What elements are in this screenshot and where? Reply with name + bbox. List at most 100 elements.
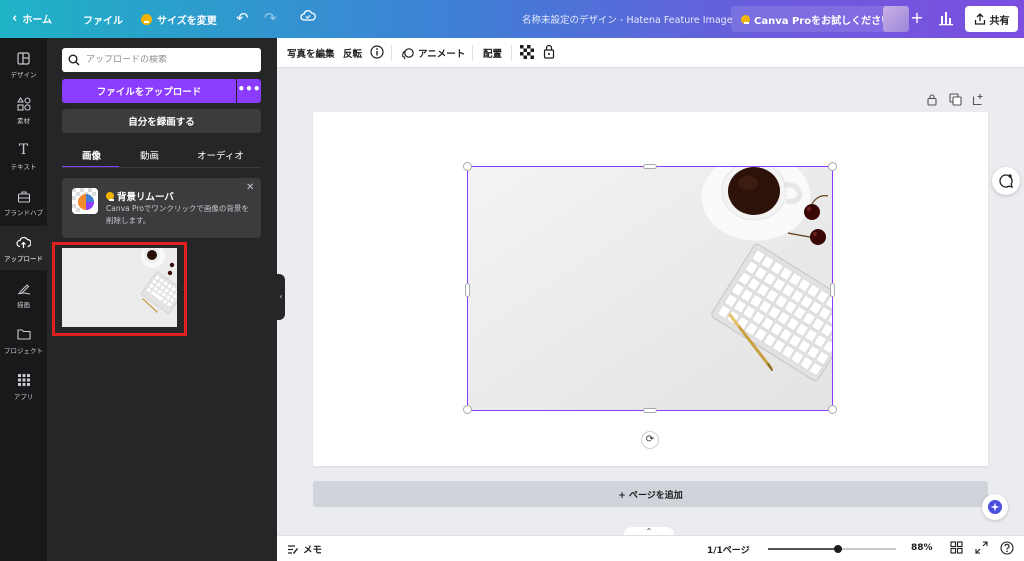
uploads-panel: ファイルをアップロード ••• 自分を録画する 画像 動画 オーディオ 背景リム… [47, 38, 277, 561]
add-comment-icon[interactable] [992, 167, 1020, 195]
promo-title-text: 背景リムーバ [117, 192, 174, 203]
help-icon[interactable] [1000, 541, 1014, 555]
duplicate-page-icon[interactable] [949, 93, 963, 107]
animate-button[interactable]: アニメート [401, 46, 465, 60]
resize-button[interactable]: サイズを変更 [141, 12, 217, 27]
resize-handle-bottom-right[interactable] [828, 405, 837, 414]
file-menu-button[interactable]: ファイル [83, 12, 123, 27]
layout-icon [17, 50, 30, 66]
info-icon[interactable] [370, 45, 384, 59]
resize-handle-bottom-left[interactable] [463, 405, 472, 414]
cloud-save-icon[interactable] [300, 9, 316, 27]
crown-icon [106, 192, 114, 201]
rail-item-brand-hub[interactable]: ブランドハブ [0, 180, 47, 224]
chevron-left-icon: ‹ [12, 10, 18, 26]
upload-more-button[interactable]: ••• [237, 79, 261, 103]
zoom-slider-fill [768, 548, 839, 550]
resize-handle-top-left[interactable] [463, 162, 472, 171]
rotate-icon[interactable]: ⟳ [641, 431, 659, 449]
upload-files-button[interactable]: ファイルをアップロード [62, 79, 236, 103]
lock-icon[interactable] [543, 44, 555, 59]
rail-item-draw[interactable]: 描画 [0, 272, 47, 316]
fullscreen-icon[interactable] [975, 541, 989, 555]
notes-button[interactable]: メモ [287, 542, 322, 556]
search-icon [68, 54, 80, 66]
insights-chart-icon[interactable] [938, 9, 956, 29]
tab-audio[interactable]: オーディオ [197, 148, 244, 162]
resize-handle-top[interactable] [643, 164, 657, 169]
shapes-icon [16, 96, 31, 112]
rail-label-design: デザイン [10, 71, 37, 79]
grid-view-icon[interactable] [950, 541, 964, 555]
rail-item-projects[interactable]: プロジェクト [0, 318, 47, 362]
draw-icon [17, 280, 31, 296]
search-input[interactable] [86, 55, 256, 65]
tab-videos[interactable]: 動画 [140, 148, 159, 162]
rail-label-brand-hub: ブランドハブ [4, 209, 43, 217]
resize-handle-bottom[interactable] [643, 408, 657, 413]
media-tabs: 画像 動画 オーディオ [62, 144, 261, 168]
collapse-panel-handle[interactable]: ‹ [277, 274, 285, 320]
share-label: 共有 [989, 15, 1010, 27]
animate-label: アニメート [418, 49, 466, 60]
rail-item-elements[interactable]: 素材 [0, 88, 47, 132]
add-page-button[interactable]: + ページを追加 [313, 481, 988, 507]
page-lock-icon[interactable] [926, 93, 940, 107]
zoom-slider[interactable] [768, 545, 896, 553]
add-collaborator-icon[interactable]: + [906, 7, 928, 31]
close-icon[interactable]: ✕ [246, 182, 254, 193]
cloud-upload-icon [16, 234, 31, 250]
promo-title: 背景リムーバ [106, 189, 174, 203]
resize-handle-left[interactable] [465, 283, 470, 297]
undo-icon[interactable]: ↶ [236, 9, 249, 27]
rail-label-uploads: アップロード [4, 255, 43, 263]
brand-icon [17, 188, 31, 204]
apps-icon [17, 372, 30, 388]
selected-photo[interactable] [468, 167, 832, 410]
tab-images[interactable]: 画像 [82, 148, 101, 162]
top-bar: ‹ ホーム ファイル サイズを変更 ↶ ↷ 名称未設定のデザイン - Haten… [0, 0, 1024, 38]
notes-icon [288, 544, 298, 554]
rail-item-apps[interactable]: アプリ [0, 364, 47, 408]
magic-sparkle-icon[interactable] [982, 494, 1008, 520]
folder-icon [16, 326, 31, 342]
toolbar-divider [472, 45, 473, 61]
rail-item-design[interactable]: デザイン [0, 42, 47, 86]
home-button[interactable]: ‹ ホーム [12, 10, 53, 27]
record-yourself-button[interactable]: 自分を録画する [62, 109, 261, 133]
add-page-icon[interactable] [972, 93, 986, 107]
position-button[interactable]: 配置 [483, 46, 502, 60]
context-toolbar: 写真を編集 反転 アニメート 配置 [277, 38, 1024, 68]
share-button[interactable]: 共有 [965, 6, 1018, 32]
promo-description: Canva Proでワンクリックで画像の背景を削除します。 [106, 204, 249, 225]
rail-label-text: テキスト [10, 163, 37, 171]
zoom-slider-thumb[interactable] [834, 545, 843, 553]
try-pro-button[interactable]: Canva Proをお試しください [731, 6, 902, 32]
rail-item-text[interactable]: T テキスト [0, 134, 47, 178]
flip-button[interactable]: 反転 [343, 46, 362, 60]
background-remover-icon [72, 188, 98, 214]
rail-label-projects: プロジェクト [4, 347, 43, 355]
redo-icon[interactable]: ↷ [264, 9, 277, 27]
background-remover-promo[interactable]: 背景リムーバ Canva Proでワンクリックで画像の背景を削除します。 ✕ [62, 178, 261, 238]
crown-icon [141, 14, 152, 25]
rail-label-apps: アプリ [13, 393, 34, 401]
zoom-level[interactable]: 88% [911, 543, 933, 553]
crown-icon [741, 14, 750, 24]
design-title[interactable]: 名称未設定のデザイン - Hatena Feature Image [522, 12, 733, 26]
uploaded-image-thumbnail[interactable] [62, 248, 177, 327]
resize-label: サイズを変更 [157, 16, 217, 27]
tabs-divider [62, 167, 261, 168]
share-upload-icon [974, 13, 985, 25]
try-pro-label: Canva Proをお試しください [754, 15, 892, 27]
toolbar-divider [391, 45, 392, 61]
resize-handle-top-right[interactable] [828, 162, 837, 171]
search-box[interactable] [62, 48, 261, 72]
page-count[interactable]: 1/1ページ [707, 543, 750, 556]
rail-item-uploads[interactable]: アップロード [0, 226, 47, 270]
resize-handle-right[interactable] [830, 283, 835, 297]
left-rail: デザイン 素材 T テキスト ブランドハブ アップロード 描画 プロジェクト ア… [0, 38, 47, 561]
edit-photo-button[interactable]: 写真を編集 [287, 46, 335, 60]
home-label: ホーム [22, 15, 53, 26]
transparency-icon[interactable] [520, 45, 534, 59]
